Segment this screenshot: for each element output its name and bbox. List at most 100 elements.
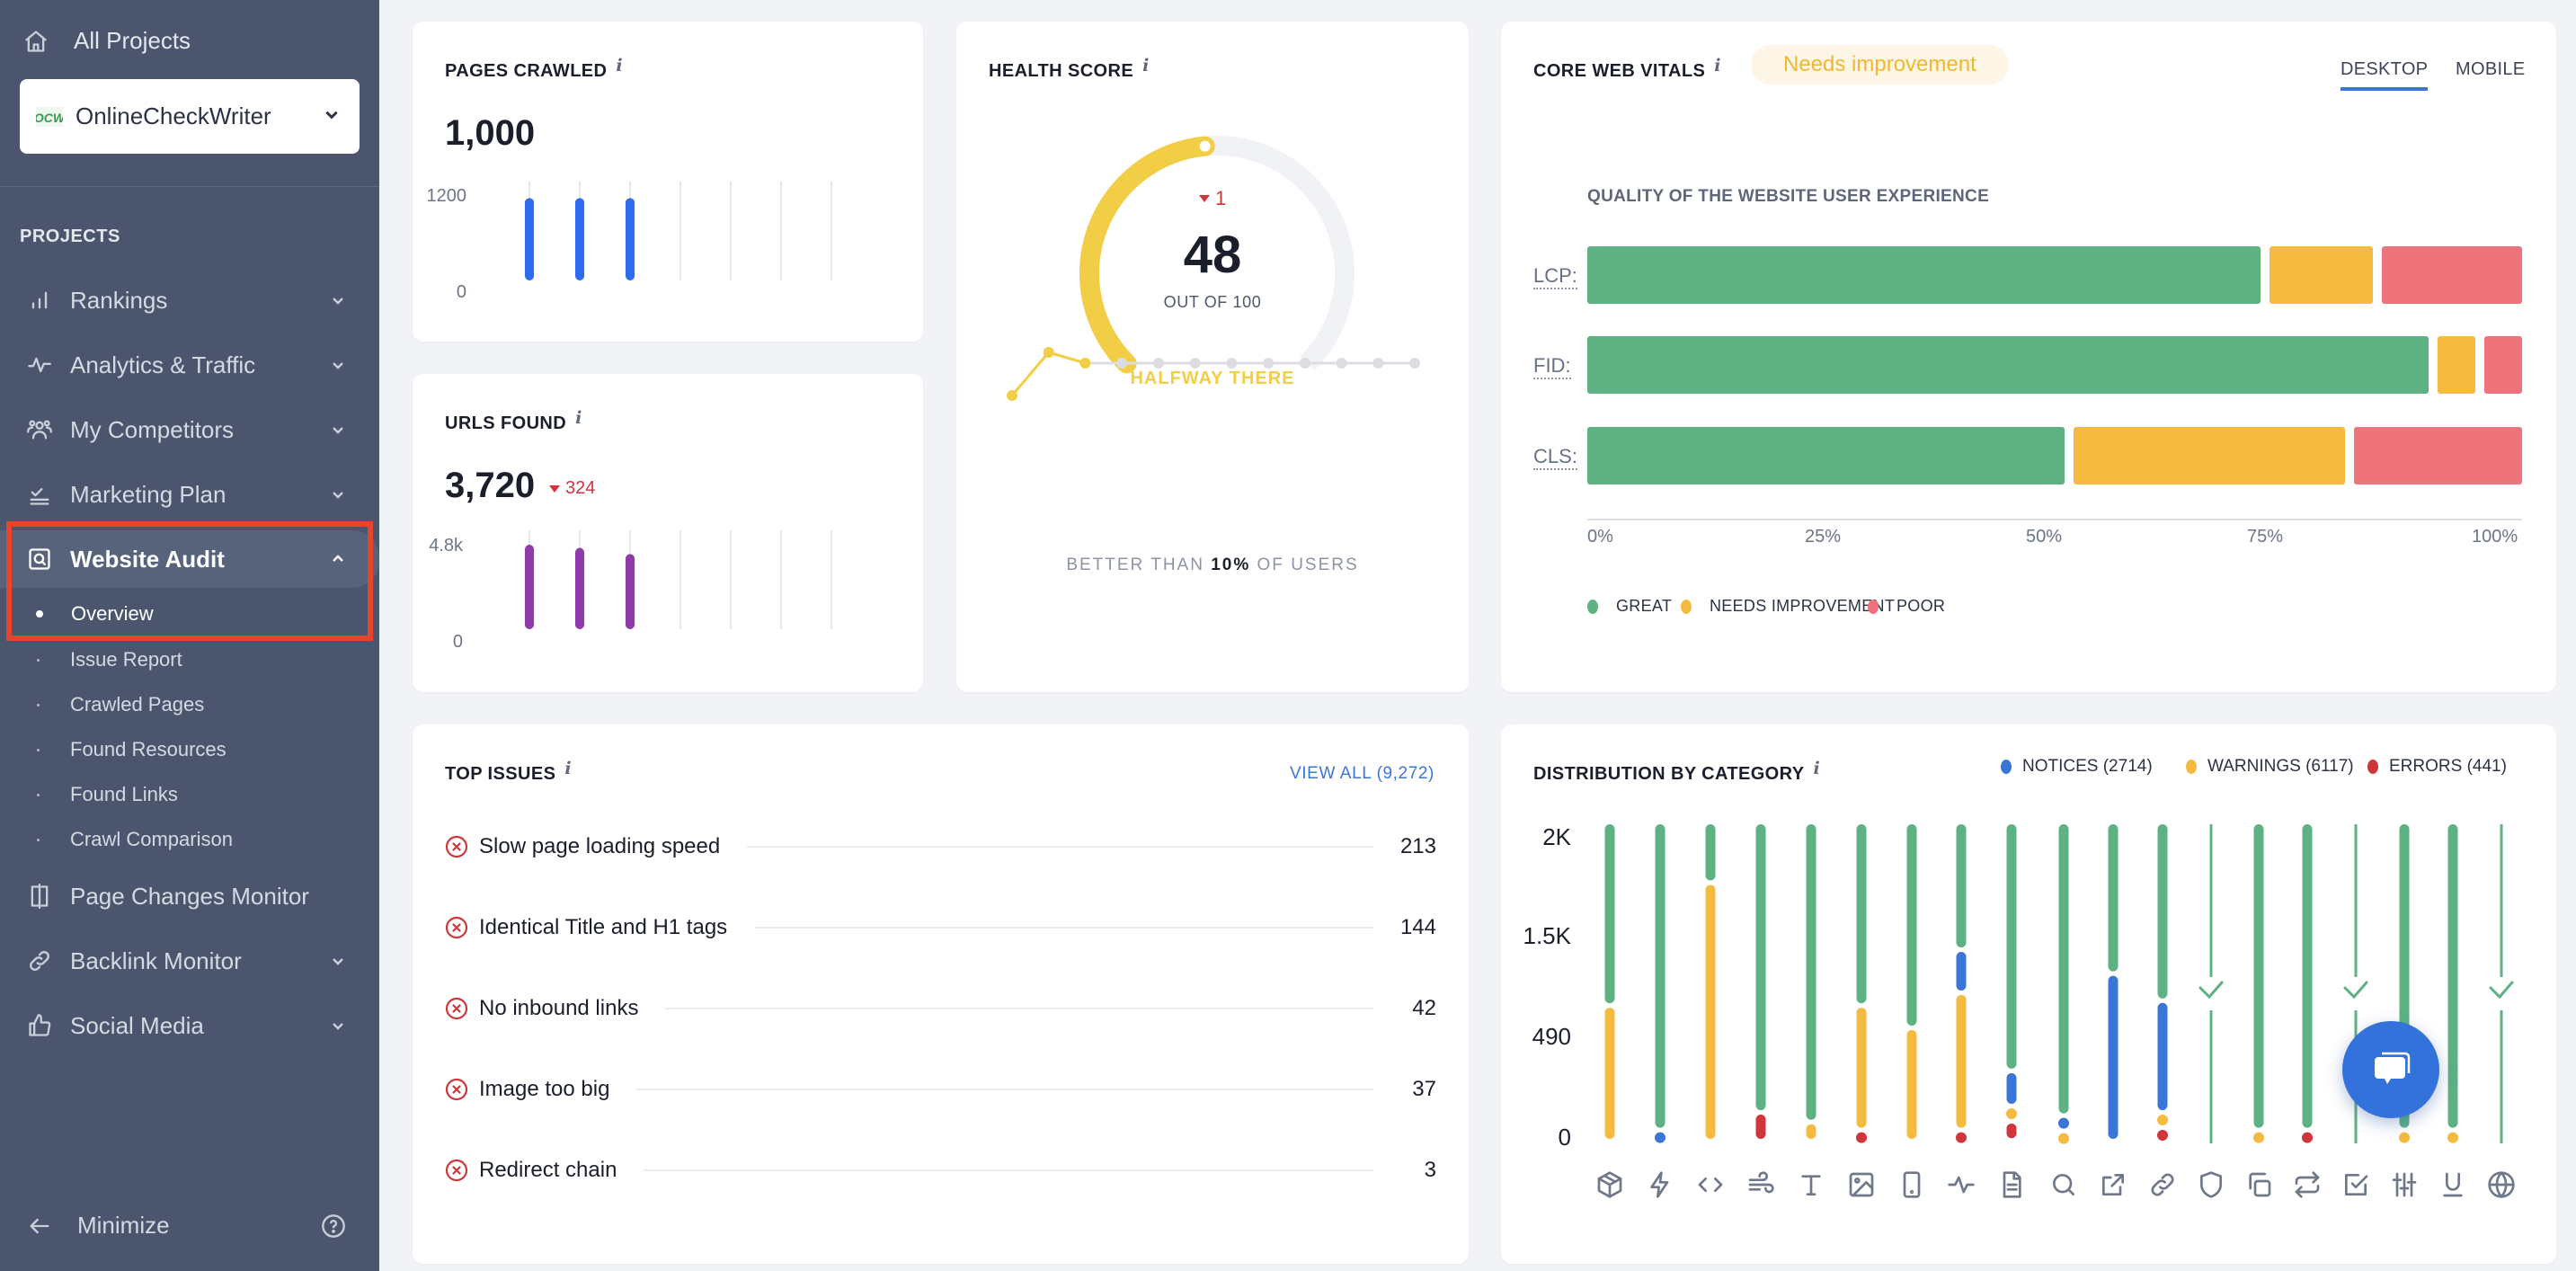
shield-icon[interactable]	[2197, 1170, 2225, 1199]
issue-row[interactable]: Identical Title and H1 tags 144	[445, 910, 1436, 946]
cwv-bar-segment-poor[interactable]	[2353, 427, 2522, 484]
category-bar-warning[interactable]	[1806, 1124, 1817, 1139]
minimize-button[interactable]: Minimize	[27, 1212, 170, 1240]
category-bar-passed[interactable]	[1906, 824, 1917, 1026]
tab-mobile[interactable]: MOBILE	[2456, 59, 2525, 80]
image-icon[interactable]	[1847, 1170, 1876, 1199]
sidebar-item-page-changes-monitor[interactable]: Page Changes Monitor	[0, 867, 379, 925]
category-bar-passed[interactable]	[2302, 824, 2313, 1128]
cube-icon[interactable]	[1595, 1170, 1624, 1199]
tab-desktop[interactable]: DESKTOP	[2341, 59, 2429, 91]
sliders-icon[interactable]	[2390, 1170, 2419, 1199]
category-bar-passed[interactable]	[1705, 824, 1716, 881]
category-bar-error[interactable]	[1956, 1132, 1967, 1143]
category-bar-notice[interactable]	[1655, 1132, 1666, 1143]
help-button[interactable]	[321, 1213, 346, 1243]
category-bar-error[interactable]	[1755, 1115, 1766, 1139]
category-bar-passed[interactable]	[2006, 824, 2017, 1069]
category-bar-warning[interactable]	[1956, 994, 1967, 1128]
category-bar-passed[interactable]	[1806, 824, 1817, 1120]
cwv-bar-segment-great[interactable]	[1587, 336, 2429, 394]
category-bar-error[interactable]	[1856, 1132, 1867, 1143]
globe-icon[interactable]	[2487, 1170, 2516, 1199]
history-point[interactable]	[1043, 347, 1054, 358]
sidebar-item-website-audit[interactable]: Website Audit	[0, 530, 379, 588]
info-icon[interactable]: i	[1142, 56, 1150, 76]
issue-row[interactable]: Redirect chain 3	[445, 1152, 1436, 1188]
issue-row[interactable]: Image too big 37	[445, 1071, 1436, 1107]
history-point[interactable]	[1116, 358, 1128, 369]
category-bar-passed[interactable]	[1856, 824, 1867, 1004]
urls-found-bar[interactable]	[575, 547, 584, 629]
category-bar-warning[interactable]	[1705, 884, 1716, 1139]
category-bar-warning[interactable]	[2447, 1132, 2458, 1143]
history-point[interactable]	[1336, 358, 1347, 369]
category-bar-passed[interactable]	[1604, 824, 1615, 1004]
info-icon[interactable]: i	[616, 56, 623, 76]
cwv-bar-segment-poor[interactable]	[2382, 246, 2522, 304]
category-bar-error[interactable]	[2006, 1123, 2017, 1139]
chevron-down-icon[interactable]	[320, 487, 356, 502]
history-point[interactable]	[1007, 390, 1017, 401]
sidebar-item-backlink-monitor[interactable]: Backlink Monitor	[0, 932, 379, 990]
history-point[interactable]	[1226, 358, 1238, 369]
pages-crawled-bar[interactable]	[626, 198, 635, 280]
mobile-icon[interactable]	[1897, 1170, 1926, 1199]
category-bar-notice[interactable]	[1956, 952, 1967, 991]
cwv-bar-segment-great[interactable]	[1587, 427, 2065, 484]
sidebar-subitem-issue-report[interactable]: Issue Report	[0, 639, 379, 680]
chevron-down-icon[interactable]	[320, 293, 356, 307]
sidebar-subitem-found-resources[interactable]: Found Resources	[0, 729, 379, 770]
category-bar-warning[interactable]	[2058, 1133, 2069, 1144]
urls-found-bar[interactable]	[525, 545, 534, 629]
cwv-bar-segment-great[interactable]	[1587, 246, 2261, 304]
sidebar-item-my-competitors[interactable]: My Competitors	[0, 401, 379, 458]
category-bar-passed[interactable]	[1655, 824, 1666, 1128]
view-all-issues-link[interactable]: VIEW ALL (9,272)	[1290, 764, 1435, 784]
category-bar-warning[interactable]	[1856, 1008, 1867, 1128]
history-point[interactable]	[1299, 358, 1310, 369]
category-bar-passed[interactable]	[2253, 824, 2264, 1128]
history-point[interactable]	[1409, 358, 1420, 369]
history-point[interactable]	[1372, 358, 1384, 369]
lightning-icon[interactable]	[1646, 1170, 1674, 1199]
issue-row[interactable]: Slow page loading speed 213	[445, 829, 1436, 865]
category-bar-error[interactable]	[2302, 1132, 2313, 1143]
category-bar-passed[interactable]	[1755, 824, 1766, 1111]
sidebar-item-analytics-traffic[interactable]: Analytics & Traffic	[0, 336, 379, 394]
pages-crawled-bar[interactable]	[525, 198, 534, 280]
copy-icon[interactable]	[2244, 1170, 2273, 1199]
category-bar-passed[interactable]	[2447, 824, 2458, 1128]
chevron-down-icon[interactable]	[320, 1018, 356, 1033]
category-bar-warning[interactable]	[2157, 1115, 2168, 1126]
chevron-up-icon[interactable]	[320, 552, 356, 566]
category-bar-passed[interactable]	[2108, 824, 2119, 972]
history-point[interactable]	[1189, 358, 1201, 369]
cwv-bar-segment-needs-improvement[interactable]	[2073, 427, 2345, 484]
chevron-down-icon[interactable]	[320, 358, 356, 372]
category-bar-warning[interactable]	[1906, 1029, 1917, 1139]
sidebar-subitem-crawl-comparison[interactable]: Crawl Comparison	[0, 819, 379, 860]
sidebar-subitem-crawled-pages[interactable]: Crawled Pages	[0, 684, 379, 725]
category-bar-notice[interactable]	[2108, 975, 2119, 1139]
code-icon[interactable]	[1696, 1170, 1725, 1199]
cwv-bar-segment-needs-improvement[interactable]	[2270, 246, 2373, 304]
category-bar-passed[interactable]	[2058, 824, 2069, 1114]
category-bar-passed[interactable]	[1956, 824, 1967, 947]
sidebar-item-rankings[interactable]: Rankings	[0, 271, 379, 329]
category-bar-error[interactable]	[2157, 1130, 2168, 1142]
pulse-icon[interactable]	[1947, 1170, 1976, 1199]
search-icon[interactable]	[2049, 1170, 2078, 1199]
category-bar-warning[interactable]	[2399, 1132, 2410, 1143]
info-icon[interactable]: i	[564, 759, 572, 778]
history-point[interactable]	[1152, 358, 1164, 369]
pages-crawled-bar[interactable]	[575, 198, 584, 280]
text-icon[interactable]	[1797, 1170, 1825, 1199]
cwv-bar-segment-needs-improvement[interactable]	[2438, 336, 2476, 394]
category-bar-notice[interactable]	[2157, 1002, 2168, 1111]
info-icon[interactable]: i	[575, 408, 582, 428]
sidebar-item-social-media[interactable]: Social Media	[0, 997, 379, 1054]
chevron-down-icon[interactable]	[320, 422, 356, 437]
category-bar-notice[interactable]	[2058, 1117, 2069, 1129]
all-projects-link[interactable]: All Projects	[23, 27, 191, 55]
